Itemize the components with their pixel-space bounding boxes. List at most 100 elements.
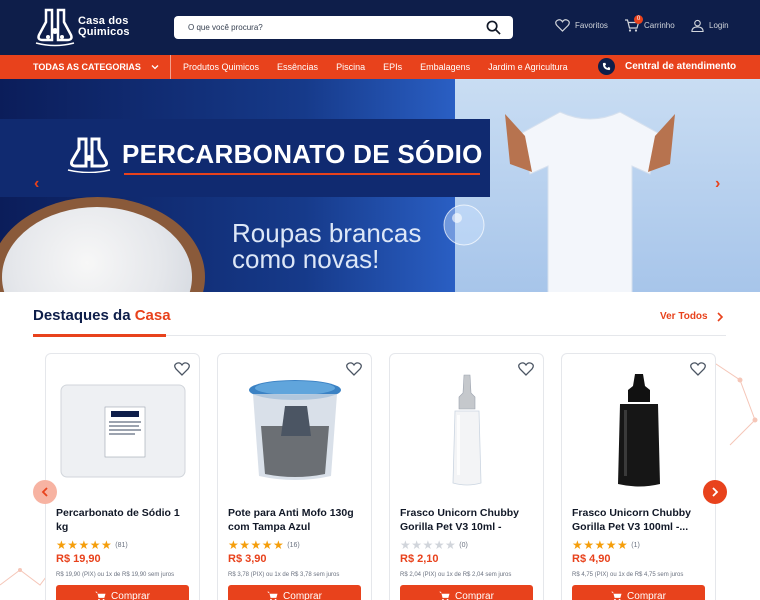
see-all-link[interactable]: Ver Todos (660, 311, 724, 322)
product-card[interactable]: Frasco Unicorn Chubby Gorilla Pet V3 100… (561, 353, 716, 600)
section-title-main: Destaques da (33, 307, 135, 324)
product-card[interactable]: Frasco Unicorn Chubby Gorilla Pet V3 10m… (389, 353, 544, 600)
logo-text: Casa dos Quimicos (78, 16, 130, 38)
section-title-underline (33, 334, 166, 337)
product-price: R$ 4,90 (572, 553, 611, 565)
nav-item-jardim-agricultura[interactable]: Jardim e Agricultura (488, 62, 568, 72)
nav-item-piscina[interactable]: Piscina (336, 62, 365, 72)
product-card[interactable]: Percarbonato de Sódio 1 kg ★★★★★ (81) R$… (45, 353, 200, 600)
section-title-accent: Casa (134, 307, 171, 324)
all-categories-dropdown[interactable]: TODAS AS CATEGORIAS (33, 55, 159, 79)
phone-icon (598, 58, 615, 75)
rating-stars: ★★★★★ (228, 538, 285, 552)
banner-prev-arrow[interactable]: ‹ (34, 175, 39, 193)
rating-stars: ★★★★★ (56, 538, 113, 552)
buy-button-label: Comprar (627, 590, 666, 600)
hero-banner[interactable]: PERCARBONATO DE SÓDIO Roupas brancas com… (0, 79, 760, 292)
product-rating: ★★★★★ (16) (228, 538, 300, 552)
cart-count-badge: 0 (634, 15, 643, 24)
black-bottle-image (617, 374, 660, 487)
rating-count: (1) (631, 541, 640, 549)
rating-count: (81) (115, 541, 128, 549)
nav-item-epis[interactable]: EPIs (383, 62, 402, 72)
product-card[interactable]: Pote para Anti Mofo 130g com Tampa Azul … (217, 353, 372, 600)
see-all-label: Ver Todos (660, 311, 708, 322)
buy-button[interactable]: Comprar (572, 585, 705, 600)
section-title: Destaques da Casa (33, 307, 171, 324)
buy-button-label: Comprar (455, 590, 494, 600)
product-name[interactable]: Frasco Unicorn Chubby Gorilla Pet V3 100… (572, 506, 710, 534)
cart-icon (95, 591, 106, 600)
banner-subtitle-line1: Roupas brancas (232, 218, 422, 248)
banner-subtitle: Roupas brancas como novas! (232, 220, 421, 272)
site-logo[interactable]: Casa dos Quimicos (34, 7, 144, 47)
product-pix-price: R$ 4,75 (PIX) ou 1x de R$ 4,75 sem juros (572, 572, 684, 578)
support-link[interactable]: Central de atendimento (598, 58, 736, 75)
nav-item-produtos-quimicos[interactable]: Produtos Quimicos (183, 62, 259, 72)
user-icon (691, 19, 704, 32)
carousel-prev-button[interactable] (33, 480, 57, 504)
banner-next-arrow[interactable]: › (715, 175, 720, 193)
nav-menu: Produtos Quimicos Essências Piscina EPIs… (183, 55, 586, 79)
rating-count: (0) (459, 541, 468, 549)
product-rating: ★★★★★ (81) (56, 538, 128, 552)
banner-title: PERCARBONATO DE SÓDIO (122, 139, 483, 169)
cart-icon (267, 591, 278, 600)
search-bar (174, 16, 513, 39)
product-rating: ★★★★★ (0) (400, 538, 468, 552)
product-image[interactable] (228, 372, 361, 490)
product-pix-price: R$ 2,04 (PIX) ou 1x de R$ 2,04 sem juros (400, 572, 512, 578)
buy-button-label: Comprar (283, 590, 322, 600)
buy-button[interactable]: Comprar (400, 585, 533, 600)
powder-bag-image (60, 384, 185, 478)
banner-title-underline (124, 173, 480, 175)
favorites-label: Favoritos (575, 21, 608, 30)
product-price: R$ 2,10 (400, 553, 439, 565)
nav-item-essencias[interactable]: Essências (277, 62, 318, 72)
product-name[interactable]: Pote para Anti Mofo 130g com Tampa Azul (228, 506, 366, 534)
nav-divider (170, 55, 171, 79)
section-divider (166, 335, 726, 336)
search-input[interactable] (174, 16, 464, 39)
chevron-down-icon (151, 65, 159, 70)
product-name[interactable]: Frasco Unicorn Chubby Gorilla Pet V3 10m… (400, 506, 538, 534)
carousel-next-button[interactable] (703, 480, 727, 504)
chevron-left-icon (41, 487, 48, 497)
rating-count: (16) (287, 541, 300, 549)
cart-link[interactable]: 0 Carrinho (625, 15, 675, 32)
favorites-link[interactable]: Favoritos (555, 19, 608, 32)
rating-stars: ★★★★★ (572, 538, 629, 552)
login-link[interactable]: Login (691, 19, 729, 32)
chevron-right-icon (717, 311, 723, 322)
buy-button[interactable]: Comprar (228, 585, 361, 600)
category-navbar: TODAS AS CATEGORIAS Produtos Quimicos Es… (0, 55, 760, 79)
product-pix-price: R$ 19,90 (PIX) ou 1x de R$ 19,90 sem jur… (56, 572, 175, 578)
banner-bubble-decoration (443, 204, 485, 246)
clear-bottle-image (452, 374, 481, 486)
banner-subtitle-line2: como novas! (232, 244, 380, 274)
product-price: R$ 3,90 (228, 553, 267, 565)
nav-item-embalagens[interactable]: Embalagens (420, 62, 470, 72)
logo-line2: Quimicos (78, 26, 130, 38)
cart-icon (611, 591, 622, 600)
all-categories-label: TODAS AS CATEGORIAS (33, 62, 141, 72)
heart-icon (555, 19, 570, 32)
product-image[interactable] (572, 372, 705, 490)
banner-logo-icon (67, 137, 111, 173)
cart-label: Carrinho (644, 21, 675, 30)
product-pix-price: R$ 3,78 (PIX) ou 1x de R$ 3,78 sem juros (228, 572, 340, 578)
buy-button[interactable]: Comprar (56, 585, 189, 600)
top-header: Casa dos Quimicos Favoritos 0 Carrinho (0, 0, 760, 55)
product-image[interactable] (56, 372, 189, 490)
cart-icon-wrap: 0 (625, 15, 643, 32)
product-image[interactable] (400, 372, 533, 490)
buy-button-label: Comprar (111, 590, 150, 600)
cart-icon (439, 591, 450, 600)
product-name[interactable]: Percarbonato de Sódio 1 kg (56, 506, 194, 534)
login-label: Login (709, 21, 729, 30)
rating-stars: ★★★★★ (400, 538, 457, 552)
banner-shirt-image (505, 111, 675, 292)
product-rating: ★★★★★ (1) (572, 538, 640, 552)
chevron-right-icon (712, 487, 719, 497)
search-icon[interactable] (486, 20, 501, 35)
